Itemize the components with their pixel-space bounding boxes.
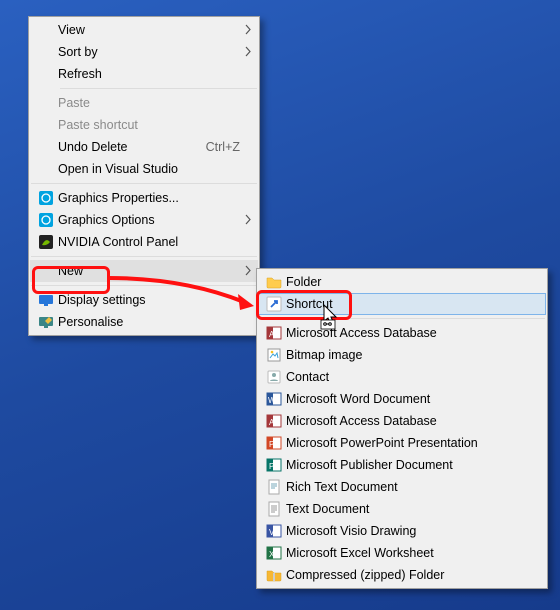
submenu-item-excel[interactable]: X Microsoft Excel Worksheet	[258, 542, 546, 564]
menu-label: Microsoft Excel Worksheet	[286, 546, 528, 560]
chevron-right-icon	[244, 46, 252, 57]
personalise-icon	[34, 314, 58, 330]
menu-label: Paste	[58, 96, 240, 110]
folder-icon	[262, 274, 286, 290]
menu-label: Bitmap image	[286, 348, 528, 362]
display-icon	[34, 292, 58, 308]
svg-text:X: X	[269, 550, 275, 559]
new-submenu: Folder Shortcut A Microsoft Access Datab…	[256, 268, 548, 589]
menu-label: Graphics Properties...	[58, 191, 240, 205]
svg-text:A: A	[269, 418, 275, 427]
separator	[288, 318, 545, 319]
submenu-item-word[interactable]: W Microsoft Word Document	[258, 388, 546, 410]
submenu-item-folder[interactable]: Folder	[258, 271, 546, 293]
submenu-item-powerpoint[interactable]: P Microsoft PowerPoint Presentation	[258, 432, 546, 454]
menu-item-refresh[interactable]: Refresh	[30, 63, 258, 85]
contact-icon	[262, 369, 286, 385]
menu-item-undo-delete[interactable]: Undo Delete Ctrl+Z	[30, 136, 258, 158]
menu-label: New	[58, 264, 240, 278]
submenu-item-text[interactable]: Text Document	[258, 498, 546, 520]
svg-text:A: A	[269, 330, 275, 339]
menu-item-graphics-properties[interactable]: Graphics Properties...	[30, 187, 258, 209]
publisher-icon: P	[262, 457, 286, 473]
menu-label: NVIDIA Control Panel	[58, 235, 240, 249]
chevron-right-icon	[244, 24, 252, 35]
menu-label: Refresh	[58, 67, 240, 81]
zip-icon	[262, 567, 286, 583]
svg-text:P: P	[269, 440, 274, 449]
visio-icon: V	[262, 523, 286, 539]
menu-label: Sort by	[58, 45, 240, 59]
menu-item-paste-shortcut: Paste shortcut	[30, 114, 258, 136]
svg-text:V: V	[269, 528, 275, 537]
separator	[31, 256, 257, 257]
chevron-right-icon	[244, 265, 252, 276]
menu-label: Text Document	[286, 502, 528, 516]
menu-label: Rich Text Document	[286, 480, 528, 494]
access-icon: A	[262, 325, 286, 341]
menu-label: Compressed (zipped) Folder	[286, 568, 528, 582]
submenu-item-bitmap[interactable]: Bitmap image	[258, 344, 546, 366]
menu-label: Microsoft Access Database	[286, 326, 528, 340]
menu-label: Personalise	[58, 315, 240, 329]
separator	[60, 88, 257, 89]
svg-text:P: P	[269, 462, 274, 471]
intel-icon	[34, 212, 58, 228]
separator	[31, 183, 257, 184]
menu-label: Undo Delete	[58, 140, 196, 154]
menu-item-graphics-options[interactable]: Graphics Options	[30, 209, 258, 231]
word-icon: W	[262, 391, 286, 407]
menu-label: Microsoft Word Document	[286, 392, 528, 406]
access-icon: A	[262, 413, 286, 429]
intel-icon	[34, 190, 58, 206]
menu-label: Folder	[286, 275, 528, 289]
menu-item-paste: Paste	[30, 92, 258, 114]
menu-item-open-visual-studio[interactable]: Open in Visual Studio	[30, 158, 258, 180]
separator	[31, 285, 257, 286]
rtf-icon	[262, 479, 286, 495]
menu-item-personalise[interactable]: Personalise	[30, 311, 258, 333]
desktop-context-menu: View Sort by Refresh Paste Paste shortcu…	[28, 16, 260, 336]
menu-label: Graphics Options	[58, 213, 240, 227]
menu-item-new[interactable]: New	[30, 260, 258, 282]
submenu-item-visio[interactable]: V Microsoft Visio Drawing	[258, 520, 546, 542]
menu-item-nvidia-control-panel[interactable]: NVIDIA Control Panel	[30, 231, 258, 253]
menu-label: Paste shortcut	[58, 118, 240, 132]
nvidia-icon	[34, 234, 58, 250]
submenu-item-access-database-2[interactable]: A Microsoft Access Database	[258, 410, 546, 432]
shortcut-icon	[262, 296, 286, 312]
menu-item-view[interactable]: View	[30, 19, 258, 41]
chevron-right-icon	[244, 214, 252, 225]
submenu-item-rich-text[interactable]: Rich Text Document	[258, 476, 546, 498]
menu-label: View	[58, 23, 240, 37]
menu-label: Display settings	[58, 293, 240, 307]
menu-label: Microsoft Access Database	[286, 414, 528, 428]
menu-item-display-settings[interactable]: Display settings	[30, 289, 258, 311]
menu-shortcut: Ctrl+Z	[206, 140, 240, 154]
svg-text:W: W	[268, 396, 276, 405]
menu-label: Shortcut	[286, 297, 528, 311]
submenu-item-publisher[interactable]: P Microsoft Publisher Document	[258, 454, 546, 476]
submenu-item-access-database[interactable]: A Microsoft Access Database	[258, 322, 546, 344]
menu-label: Microsoft Publisher Document	[286, 458, 528, 472]
menu-label: Open in Visual Studio	[58, 162, 240, 176]
menu-label: Microsoft PowerPoint Presentation	[286, 436, 528, 450]
menu-label: Microsoft Visio Drawing	[286, 524, 528, 538]
submenu-item-contact[interactable]: Contact	[258, 366, 546, 388]
menu-item-sort-by[interactable]: Sort by	[30, 41, 258, 63]
text-icon	[262, 501, 286, 517]
submenu-item-shortcut[interactable]: Shortcut	[258, 293, 546, 315]
excel-icon: X	[262, 545, 286, 561]
menu-label: Contact	[286, 370, 528, 384]
submenu-item-zip[interactable]: Compressed (zipped) Folder	[258, 564, 546, 586]
bitmap-icon	[262, 347, 286, 363]
powerpoint-icon: P	[262, 435, 286, 451]
